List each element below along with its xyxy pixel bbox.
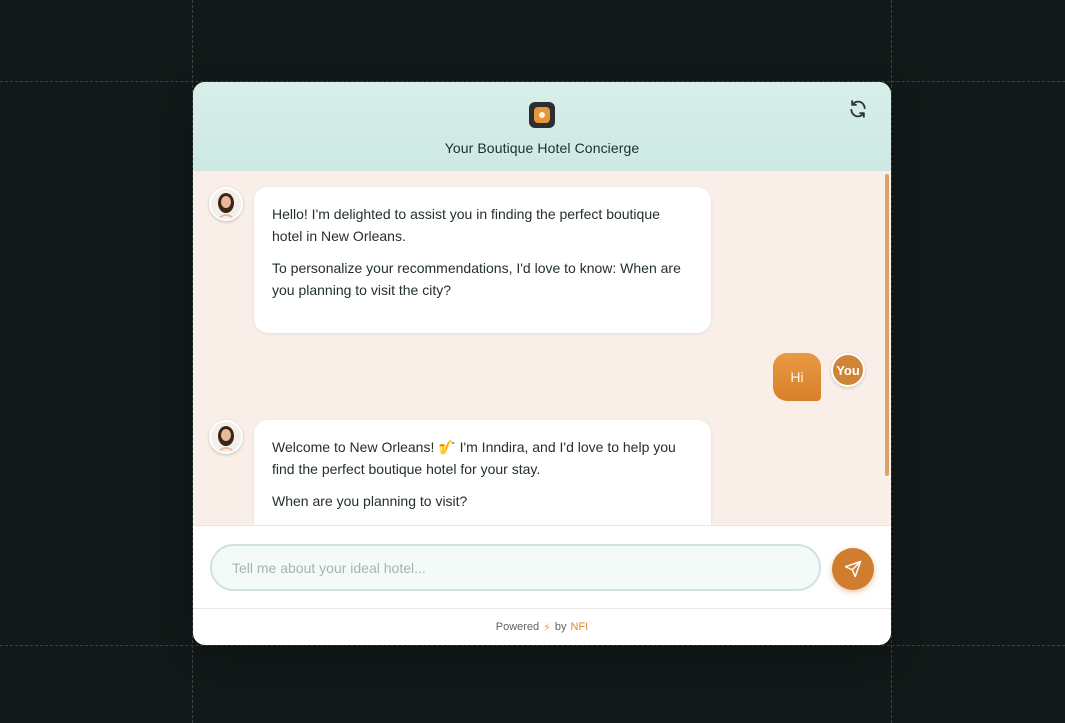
assistant-avatar [209, 420, 243, 454]
scrollbar-thumb[interactable] [885, 174, 889, 476]
user-avatar-label: You [836, 362, 860, 378]
footer-text: Powered [495, 621, 540, 633]
user-avatar: You [831, 353, 865, 387]
refresh-button[interactable] [847, 98, 869, 120]
send-icon [844, 560, 862, 578]
powered-by-footer: Powered ⚡ by NFI [193, 609, 891, 645]
send-button[interactable] [832, 548, 874, 590]
footer-brand-link[interactable]: NFI [571, 621, 589, 633]
chat-header: Your Boutique Hotel Concierge [193, 82, 891, 172]
refresh-icon [850, 100, 866, 118]
guide-line [891, 0, 892, 723]
message-list[interactable]: Hello! I'm delighted to assist you in fi… [193, 171, 891, 525]
message-text: Welcome to New Orleans! 🎷 I'm Inndira, a… [272, 439, 676, 477]
hotel-logo-icon [529, 102, 555, 128]
composer [193, 525, 891, 609]
lightning-icon: ⚡ [543, 621, 551, 634]
guide-line [0, 645, 1065, 646]
assistant-message: Hello! I'm delighted to assist you in fi… [254, 187, 711, 333]
assistant-avatar [209, 187, 243, 221]
chat-title: Your Boutique Hotel Concierge [444, 140, 640, 156]
message-text: Hi [790, 369, 804, 385]
assistant-message: Welcome to New Orleans! 🎷 I'm Inndira, a… [254, 420, 711, 525]
chat-widget: Your Boutique Hotel Concierge Hello! I'm… [193, 82, 891, 645]
message-text: To personalize your recommendations, I'd… [272, 260, 681, 298]
message-text: When are you planning to visit? [272, 493, 468, 509]
message-text: Hello! I'm delighted to assist you in fi… [272, 206, 660, 244]
message-input[interactable] [210, 544, 821, 591]
footer-text: by [554, 621, 567, 633]
user-message: Hi [773, 353, 821, 401]
